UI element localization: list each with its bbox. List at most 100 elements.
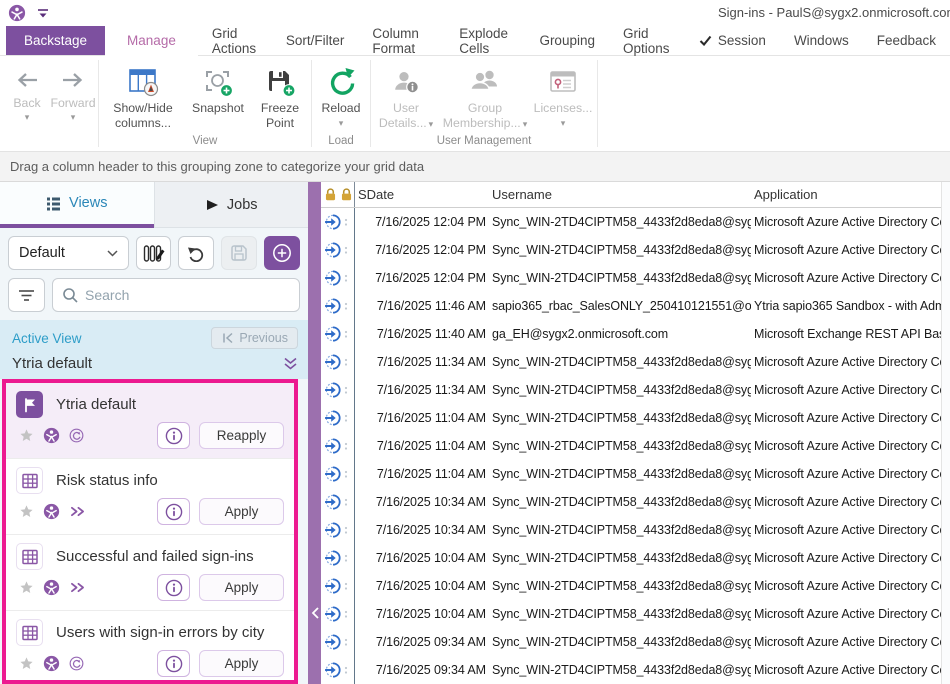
undo-button[interactable] [178, 236, 214, 270]
panel-splitter[interactable] [308, 182, 321, 684]
view-info-button[interactable] [157, 498, 190, 525]
cell-application[interactable]: Microsoft Azure Active Directory Co [751, 355, 941, 369]
grid-row[interactable]: 7/16/2025 11:40 AM ga_EH@sygx2.onmicroso… [321, 320, 941, 348]
tab-backstage[interactable]: Backstage [6, 26, 105, 55]
tab-column-format[interactable]: Column Format [358, 26, 445, 55]
cell-application[interactable]: Microsoft Azure Active Directory Co [751, 607, 941, 621]
collapse-double-chevron-icon[interactable] [283, 357, 298, 370]
grid-row[interactable]: 7/16/2025 09:34 AM Sync_WIN-2TD4CIPTM58_… [321, 628, 941, 656]
cell-date[interactable]: 7/16/2025 12:04 PM [355, 243, 489, 257]
group-membership-button[interactable]: Group Membership...▾ [439, 62, 531, 132]
edit-columns-button[interactable] [136, 236, 172, 270]
cell-username[interactable]: Sync_WIN-2TD4CIPTM58_4433f2d8eda8@syg [489, 579, 751, 593]
cell-username[interactable]: Sync_WIN-2TD4CIPTM58_4433f2d8eda8@syg [489, 243, 751, 257]
cell-username[interactable]: Sync_WIN-2TD4CIPTM58_4433f2d8eda8@syg [489, 355, 751, 369]
grid-row[interactable]: 7/16/2025 10:04 AM Sync_WIN-2TD4CIPTM58_… [321, 572, 941, 600]
dropdown-caret-icon[interactable]: ▾ [339, 118, 344, 128]
grid-row[interactable]: 7/16/2025 10:04 AM Sync_WIN-2TD4CIPTM58_… [321, 544, 941, 572]
cell-date[interactable]: 7/16/2025 11:40 AM [355, 327, 489, 341]
column-header-username[interactable]: Username [489, 187, 751, 202]
cell-application[interactable]: Ytria sapio365 Sandbox - with Adm [751, 299, 941, 313]
preset-dropdown[interactable]: Default [8, 236, 129, 270]
cell-username[interactable]: Sync_WIN-2TD4CIPTM58_4433f2d8eda8@syg [489, 271, 751, 285]
cell-username[interactable]: Sync_WIN-2TD4CIPTM58_4433f2d8eda8@syg [489, 551, 751, 565]
view-info-button[interactable] [157, 574, 190, 601]
grid-row[interactable]: 7/16/2025 11:34 AM Sync_WIN-2TD4CIPTM58_… [321, 376, 941, 404]
cell-date[interactable]: 7/16/2025 10:04 AM [355, 607, 489, 621]
cell-username[interactable]: Sync_WIN-2TD4CIPTM58_4433f2d8eda8@syg [489, 439, 751, 453]
show-hide-columns-button[interactable]: Show/Hide columns... [101, 62, 185, 132]
cell-application[interactable]: Microsoft Azure Active Directory Co [751, 663, 941, 677]
tab-grid-actions[interactable]: Grid Actions [198, 26, 272, 55]
licenses-button[interactable]: Licenses... ▾ [531, 62, 595, 130]
grid-row[interactable]: 7/16/2025 11:04 AM Sync_WIN-2TD4CIPTM58_… [321, 432, 941, 460]
tab-jobs[interactable]: Jobs [154, 182, 309, 228]
cell-application[interactable]: Microsoft Azure Active Directory Co [751, 467, 941, 481]
cell-date[interactable]: 7/16/2025 11:34 AM [355, 355, 489, 369]
quick-access-menu-icon[interactable] [36, 7, 50, 19]
grid-row[interactable]: 7/16/2025 10:04 AM Sync_WIN-2TD4CIPTM58_… [321, 600, 941, 628]
grid-row[interactable]: 7/16/2025 12:04 PM Sync_WIN-2TD4CIPTM58_… [321, 236, 941, 264]
cell-username[interactable]: Sync_WIN-2TD4CIPTM58_4433f2d8eda8@syg [489, 467, 751, 481]
grid-row[interactable]: 7/16/2025 12:04 PM Sync_WIN-2TD4CIPTM58_… [321, 208, 941, 236]
tab-explode-cells[interactable]: Explode Cells [445, 26, 525, 55]
grid-row[interactable]: 7/16/2025 11:34 AM Sync_WIN-2TD4CIPTM58_… [321, 348, 941, 376]
cell-application[interactable]: Microsoft Azure Active Directory Co [751, 551, 941, 565]
cell-username[interactable]: sapio365_rbac_SalesONLY_250410121551@o [489, 299, 751, 313]
grid-row[interactable]: 7/16/2025 11:04 AM Sync_WIN-2TD4CIPTM58_… [321, 460, 941, 488]
cell-application[interactable]: Microsoft Azure Active Directory Co [751, 523, 941, 537]
search-input[interactable] [85, 287, 290, 303]
cell-application[interactable]: Microsoft Azure Active Directory Co [751, 439, 941, 453]
reload-button[interactable]: Reload ▾ [314, 62, 368, 130]
grouping-zone[interactable]: Drag a column header to this grouping zo… [0, 152, 950, 182]
grid-row[interactable]: 7/16/2025 11:46 AM sapio365_rbac_SalesON… [321, 292, 941, 320]
cell-username[interactable]: Sync_WIN-2TD4CIPTM58_4433f2d8eda8@syg [489, 635, 751, 649]
view-item-successful-failed-signins[interactable]: Successful and failed sign-ins Apply [6, 535, 294, 611]
favorite-star-icon[interactable] [19, 428, 34, 443]
cell-application[interactable]: Microsoft Azure Active Directory Co [751, 271, 941, 285]
cell-date[interactable]: 7/16/2025 10:34 AM [355, 523, 489, 537]
cell-username[interactable]: Sync_WIN-2TD4CIPTM58_4433f2d8eda8@syg [489, 495, 751, 509]
tab-session[interactable]: Session [685, 26, 780, 55]
grid-header-locks[interactable] [321, 182, 355, 207]
cell-date[interactable]: 7/16/2025 11:34 AM [355, 383, 489, 397]
filter-button[interactable] [8, 278, 45, 312]
tab-windows[interactable]: Windows [780, 26, 863, 55]
cell-application[interactable]: Microsoft Azure Active Directory Co [751, 635, 941, 649]
cell-username[interactable]: Sync_WIN-2TD4CIPTM58_4433f2d8eda8@syg [489, 215, 751, 229]
save-view-button[interactable] [221, 236, 257, 270]
add-view-button[interactable] [264, 236, 300, 270]
cell-date[interactable]: 7/16/2025 11:04 AM [355, 439, 489, 453]
grid-row[interactable]: 7/16/2025 10:34 AM Sync_WIN-2TD4CIPTM58_… [321, 488, 941, 516]
dropdown-caret-icon[interactable]: ▾ [71, 112, 76, 122]
tab-views[interactable]: Views [0, 182, 154, 228]
cell-date[interactable]: 7/16/2025 10:04 AM [355, 551, 489, 565]
cell-application[interactable]: Microsoft Exchange REST API Based [751, 327, 941, 341]
apply-view-button[interactable]: Apply [199, 650, 284, 677]
tab-grouping[interactable]: Grouping [525, 26, 609, 55]
view-item-risk-status-info[interactable]: Risk status info Apply [6, 459, 294, 535]
cell-date[interactable]: 7/16/2025 10:34 AM [355, 495, 489, 509]
cell-username[interactable]: Sync_WIN-2TD4CIPTM58_4433f2d8eda8@syg [489, 411, 751, 425]
previous-view-button[interactable]: Previous [211, 327, 298, 349]
cell-application[interactable]: Microsoft Azure Active Directory Co [751, 411, 941, 425]
cell-username[interactable]: Sync_WIN-2TD4CIPTM58_4433f2d8eda8@syg [489, 523, 751, 537]
cell-date[interactable]: 7/16/2025 10:04 AM [355, 579, 489, 593]
vertical-scrollbar[interactable] [941, 182, 950, 684]
column-header-application[interactable]: Application [751, 187, 941, 202]
view-item-ytria-default[interactable]: Ytria default Reapply [6, 383, 294, 459]
cell-date[interactable]: 7/16/2025 11:04 AM [355, 467, 489, 481]
view-info-button[interactable] [157, 650, 190, 677]
view-item-signin-errors-by-city[interactable]: Users with sign-in errors by city Apply [6, 611, 294, 684]
cell-date[interactable]: 7/16/2025 09:34 AM [355, 635, 489, 649]
tab-manage[interactable]: Manage [105, 26, 198, 56]
favorite-star-icon[interactable] [19, 580, 34, 595]
cell-username[interactable]: Sync_WIN-2TD4CIPTM58_4433f2d8eda8@syg [489, 383, 751, 397]
apply-view-button[interactable]: Apply [199, 574, 284, 601]
dropdown-caret-icon[interactable]: ▾ [25, 112, 30, 122]
grid-row[interactable]: 7/16/2025 11:04 AM Sync_WIN-2TD4CIPTM58_… [321, 404, 941, 432]
favorite-star-icon[interactable] [19, 656, 34, 671]
grid-row[interactable]: 7/16/2025 09:34 AM Sync_WIN-2TD4CIPTM58_… [321, 656, 941, 684]
cell-application[interactable]: Microsoft Azure Active Directory Co [751, 383, 941, 397]
view-info-button[interactable] [157, 422, 190, 449]
